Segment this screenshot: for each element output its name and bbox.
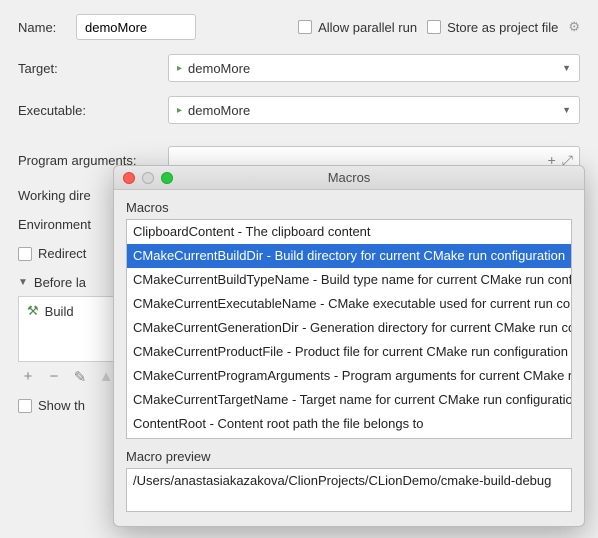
name-input[interactable] — [76, 14, 196, 40]
macro-item[interactable]: FileDir - File directory — [127, 436, 571, 439]
checkbox-icon — [18, 247, 32, 261]
chevron-down-icon: ▼ — [562, 63, 571, 73]
target-label: Target: — [18, 61, 158, 76]
before-launch-label: Before la — [34, 275, 86, 290]
hammer-icon: ⚒ — [27, 303, 39, 319]
gear-icon[interactable]: ⚙ — [568, 19, 580, 35]
redirect-label: Redirect — [38, 246, 86, 261]
executable-combo[interactable]: ▸ demoMore ▼ — [168, 96, 580, 124]
chevron-down-icon: ▼ — [562, 105, 571, 115]
show-checkbox[interactable]: Show th — [18, 398, 85, 413]
name-label: Name: — [18, 20, 66, 35]
chevron-down-icon[interactable]: ▼ — [18, 277, 28, 288]
remove-button[interactable]: − — [46, 368, 62, 386]
dialog-titlebar[interactable]: Macros — [114, 166, 584, 190]
dialog-title: Macros — [114, 170, 584, 185]
store-project-label: Store as project file — [447, 20, 558, 35]
allow-parallel-label: Allow parallel run — [318, 20, 417, 35]
build-label: Build — [45, 304, 74, 319]
up-button[interactable]: ▲ — [98, 368, 114, 386]
executable-value: demoMore — [188, 103, 250, 118]
macro-item[interactable]: ContentRoot - Content root path the file… — [127, 412, 571, 436]
macros-dialog: Macros Macros ClipboardContent - The cli… — [113, 165, 585, 527]
executable-label: Executable: — [18, 103, 158, 118]
macro-item[interactable]: CMakeCurrentBuildTypeName - Build type n… — [127, 268, 571, 292]
macro-item[interactable]: ClipboardContent - The clipboard content — [127, 220, 571, 244]
macro-item[interactable]: CMakeCurrentExecutableName - CMake execu… — [127, 292, 571, 316]
macro-item[interactable]: CMakeCurrentBuildDir - Build directory f… — [127, 244, 571, 268]
executable-icon: ▸ — [177, 105, 182, 116]
checkbox-icon — [427, 20, 441, 34]
target-combo[interactable]: ▸ demoMore ▼ — [168, 54, 580, 82]
checkbox-icon — [18, 399, 32, 413]
macros-list[interactable]: ClipboardContent - The clipboard content… — [126, 219, 572, 439]
macro-item[interactable]: CMakeCurrentProductFile - Product file f… — [127, 340, 571, 364]
macro-item[interactable]: CMakeCurrentGenerationDir - Generation d… — [127, 316, 571, 340]
target-icon: ▸ — [177, 63, 182, 74]
checkbox-icon — [298, 20, 312, 34]
macro-item[interactable]: CMakeCurrentProgramArguments - Program a… — [127, 364, 571, 388]
add-button[interactable]: + — [20, 368, 36, 386]
target-value: demoMore — [188, 61, 250, 76]
edit-button[interactable]: ✎ — [72, 368, 88, 386]
macro-item[interactable]: CMakeCurrentTargetName - Target name for… — [127, 388, 571, 412]
preview-box: /Users/anastasiakazakova/ClionProjects/C… — [126, 468, 572, 512]
show-label: Show th — [38, 398, 85, 413]
redirect-checkbox[interactable]: Redirect — [18, 246, 86, 261]
preview-label: Macro preview — [126, 449, 572, 464]
macros-label: Macros — [126, 200, 572, 215]
store-project-checkbox[interactable]: Store as project file ⚙ — [427, 19, 580, 35]
allow-parallel-checkbox[interactable]: Allow parallel run — [298, 20, 417, 35]
